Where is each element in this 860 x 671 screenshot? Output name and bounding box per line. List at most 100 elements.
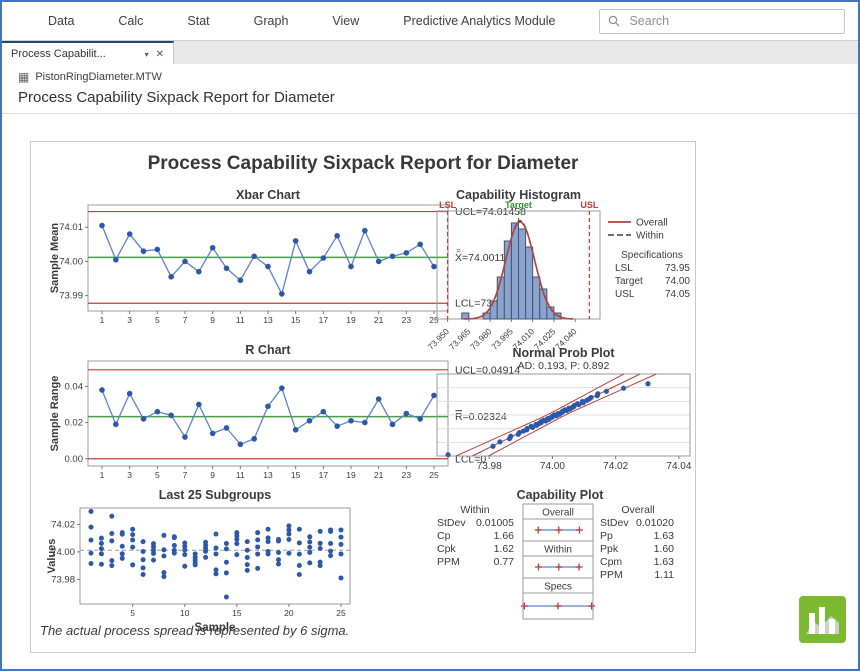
assistant-icon-bar3 bbox=[829, 619, 835, 634]
svg-text:LSL: LSL bbox=[615, 263, 633, 274]
svg-text:9: 9 bbox=[210, 315, 215, 325]
svg-text:Within: Within bbox=[460, 504, 489, 516]
svg-text:21: 21 bbox=[374, 470, 384, 480]
svg-text:Target: Target bbox=[615, 276, 643, 287]
svg-text:Sample Range: Sample Range bbox=[49, 376, 61, 452]
svg-text:Specifications: Specifications bbox=[621, 250, 683, 261]
svg-text:Normal Prob Plot: Normal Prob Plot bbox=[512, 346, 615, 360]
svg-text:5: 5 bbox=[130, 608, 135, 618]
svg-text:Target: Target bbox=[505, 200, 532, 210]
svg-text:StDev: StDev bbox=[437, 517, 466, 529]
svg-text:5: 5 bbox=[155, 315, 160, 325]
tab-label: Process Capabilit... bbox=[11, 48, 138, 60]
svg-text:21: 21 bbox=[374, 315, 384, 325]
svg-text:25: 25 bbox=[429, 470, 439, 480]
svg-text:74.00: 74.00 bbox=[59, 256, 83, 267]
svg-text:Values: Values bbox=[46, 539, 58, 574]
menu-item-view[interactable]: View bbox=[332, 14, 359, 28]
svg-text:Xbar Chart: Xbar Chart bbox=[236, 188, 301, 202]
svg-text:23: 23 bbox=[402, 470, 412, 480]
svg-text:13: 13 bbox=[263, 315, 273, 325]
svg-text:74.01: 74.01 bbox=[59, 222, 83, 233]
assistant-icon-bar2 bbox=[819, 607, 825, 634]
svg-text:1.63: 1.63 bbox=[654, 556, 675, 568]
output-pane: ▦ PistonRingDiameter.MTW Process Capabil… bbox=[2, 64, 858, 669]
svg-text:Overall: Overall bbox=[636, 218, 668, 229]
svg-text:74.00: 74.00 bbox=[665, 276, 690, 287]
svg-text:AD: 0.193, P: 0.892: AD: 0.193, P: 0.892 bbox=[518, 360, 610, 372]
svg-text:X=74.00118: X=74.00118 bbox=[455, 252, 511, 264]
svg-text:1: 1 bbox=[100, 315, 105, 325]
report-graph-canvas: Xbar Chart74.0174.0073.99135791113151719… bbox=[31, 142, 695, 652]
svg-text:17: 17 bbox=[319, 315, 329, 325]
svg-text:73.965: 73.965 bbox=[447, 326, 473, 352]
svg-text:73.99: 73.99 bbox=[59, 291, 83, 302]
divider bbox=[2, 113, 858, 114]
svg-text:17: 17 bbox=[319, 470, 329, 480]
svg-text:Overall: Overall bbox=[621, 504, 654, 516]
menu-item-calc[interactable]: Calc bbox=[118, 14, 143, 28]
svg-text:Last 25 Subgroups: Last 25 Subgroups bbox=[159, 488, 272, 502]
svg-text:Within: Within bbox=[544, 545, 572, 556]
menu-bar: Data Calc Stat Graph View Predictive Analytic… bbox=[2, 2, 858, 40]
tab-bar: Process Capabilit... ▾ ✕ bbox=[2, 40, 858, 64]
svg-text:PPM: PPM bbox=[600, 569, 623, 581]
svg-text:LSL: LSL bbox=[439, 200, 457, 210]
svg-text:7: 7 bbox=[183, 315, 188, 325]
assistant-icon-bar1 bbox=[809, 613, 815, 634]
app-window: Data Calc Stat Graph View Predictive Analytic… bbox=[0, 0, 860, 671]
svg-text:1.11: 1.11 bbox=[654, 569, 674, 581]
svg-text:15: 15 bbox=[232, 608, 242, 618]
worksheet-link[interactable]: ▦ PistonRingDiameter.MTW bbox=[18, 71, 162, 83]
menu-item-graph[interactable]: Graph bbox=[254, 14, 289, 28]
svg-text:Cp: Cp bbox=[437, 530, 451, 542]
assistant-chart-icon[interactable] bbox=[799, 596, 846, 643]
svg-text:Sample Mean: Sample Mean bbox=[49, 223, 61, 294]
worksheet-name: PistonRingDiameter.MTW bbox=[35, 71, 162, 83]
output-heading: Process Capability Sixpack Report for Di… bbox=[18, 89, 335, 106]
svg-text:Capability Plot: Capability Plot bbox=[517, 488, 605, 502]
svg-text:0.00: 0.00 bbox=[65, 454, 84, 465]
svg-text:3: 3 bbox=[127, 470, 132, 480]
svg-text:Ppk: Ppk bbox=[600, 543, 619, 555]
search-input[interactable] bbox=[627, 13, 836, 29]
svg-text:5: 5 bbox=[155, 470, 160, 480]
svg-text:1.66: 1.66 bbox=[494, 530, 515, 542]
svg-text:R=0.02324: R=0.02324 bbox=[455, 411, 507, 423]
menu-item-data[interactable]: Data bbox=[48, 14, 74, 28]
svg-text:19: 19 bbox=[346, 315, 356, 325]
svg-text:StDev: StDev bbox=[600, 517, 629, 529]
sixpack-graph[interactable]: Process Capability Sixpack Report for Di… bbox=[30, 141, 696, 653]
svg-text:73.980: 73.980 bbox=[468, 326, 494, 352]
graph-footnote: The actual process spread is represented… bbox=[40, 623, 349, 638]
svg-text:0.02: 0.02 bbox=[65, 418, 84, 429]
svg-text:74.04: 74.04 bbox=[666, 461, 691, 472]
svg-text:74.00: 74.00 bbox=[540, 461, 565, 472]
svg-text:Overall: Overall bbox=[542, 508, 574, 519]
svg-text:13: 13 bbox=[263, 470, 273, 480]
chevron-down-icon[interactable]: ▾ bbox=[145, 50, 149, 59]
svg-text:11: 11 bbox=[236, 315, 245, 325]
svg-text:15: 15 bbox=[291, 315, 301, 325]
tab-process-capability[interactable]: Process Capabilit... ▾ ✕ bbox=[2, 41, 174, 65]
search-box[interactable] bbox=[599, 9, 845, 34]
menu-item-predictive-analytics-module[interactable]: Predictive Analytics Module bbox=[403, 14, 555, 28]
worksheet-grid-icon: ▦ bbox=[18, 71, 29, 83]
svg-text:74.02: 74.02 bbox=[51, 519, 75, 530]
svg-text:9: 9 bbox=[210, 470, 215, 480]
svg-text:15: 15 bbox=[291, 470, 301, 480]
svg-text:USL: USL bbox=[615, 289, 635, 300]
svg-text:74.05: 74.05 bbox=[665, 289, 690, 300]
svg-text:73.995: 73.995 bbox=[489, 326, 515, 352]
svg-text:25: 25 bbox=[429, 315, 439, 325]
svg-text:7: 7 bbox=[183, 470, 188, 480]
svg-text:Cpk: Cpk bbox=[437, 543, 456, 555]
svg-text:11: 11 bbox=[236, 470, 245, 480]
menu-item-stat[interactable]: Stat bbox=[187, 14, 209, 28]
close-icon[interactable]: ✕ bbox=[156, 49, 164, 60]
svg-text:23: 23 bbox=[402, 315, 412, 325]
svg-text:1.63: 1.63 bbox=[654, 530, 675, 542]
svg-text:PPM: PPM bbox=[437, 556, 460, 568]
svg-text:0.77: 0.77 bbox=[494, 556, 515, 568]
svg-text:0.01005: 0.01005 bbox=[476, 517, 514, 529]
